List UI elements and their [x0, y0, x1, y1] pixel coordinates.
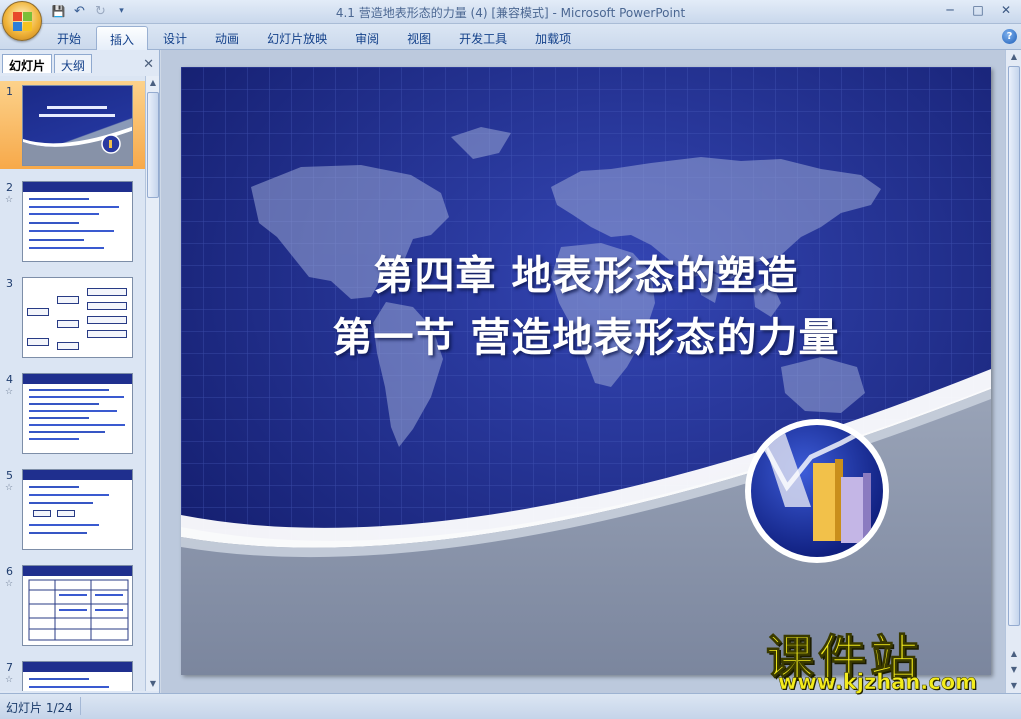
slide-number: 7	[6, 661, 13, 674]
tab-view[interactable]: 视图	[394, 26, 444, 50]
slide-preview	[22, 277, 133, 358]
window-title: 4.1 营造地表形态的力量 (4) [兼容模式] - Microsoft Pow…	[335, 6, 686, 20]
tab-developer[interactable]: 开发工具	[446, 26, 520, 50]
slide-preview	[22, 85, 133, 166]
slide-thumbnail-2[interactable]: 2 ☆	[0, 177, 145, 265]
window-controls: ─ □ ✕	[941, 2, 1015, 18]
office-button[interactable]	[2, 1, 42, 41]
tab-addins[interactable]: 加载项	[522, 26, 584, 50]
title-bar: 💾 ↶ ↻ ▾ 4.1 营造地表形态的力量 (4) [兼容模式] - Micro…	[0, 0, 1021, 24]
slide-number: 3	[6, 277, 13, 290]
scroll-down-icon[interactable]: ▼	[1006, 679, 1021, 693]
pane-tabs: 幻灯片 大纲 ✕	[0, 53, 160, 73]
slide-number: 1	[6, 85, 13, 98]
slide-thumbnails: 1 2 ☆ 3 4 ☆ 5 ☆ 6 ☆ 7 ☆	[0, 76, 145, 691]
slide-thumbnail-3[interactable]: 3	[0, 273, 145, 361]
slide-number: 4	[6, 373, 13, 386]
animation-star-icon: ☆	[5, 195, 14, 205]
scroll-up-icon[interactable]: ▲	[146, 76, 160, 90]
scrollbar-thumb[interactable]	[1008, 66, 1020, 626]
slide-number: 6	[6, 565, 13, 578]
slide-thumbnail-6[interactable]: 6 ☆	[0, 561, 145, 649]
slide-background	[181, 67, 991, 675]
slide-indicator: 幻灯片 1/24	[6, 701, 73, 715]
minimize-icon[interactable]: ─	[941, 2, 959, 18]
slide-preview	[22, 181, 133, 262]
tab-design[interactable]: 设计	[150, 26, 200, 50]
slide-thumbnail-7[interactable]: 7 ☆	[0, 657, 145, 691]
animation-star-icon: ☆	[5, 675, 14, 685]
slide-number: 2	[6, 181, 13, 194]
scrollbar-thumb[interactable]	[147, 92, 159, 198]
slide-preview	[22, 661, 133, 691]
thumbnails-scrollbar[interactable]: ▲ ▼	[145, 76, 159, 691]
slide-thumbnail-1[interactable]: 1	[0, 81, 145, 169]
animation-star-icon: ☆	[5, 387, 14, 397]
slides-pane: 幻灯片 大纲 ✕ 1 2 ☆ 3 4 ☆ 5 ☆ 6 ☆ 7 ☆ ▲ ▼	[0, 50, 160, 693]
slide-preview	[22, 373, 133, 454]
site-watermark: 课件站 www.kjzhan.com	[765, 618, 1006, 698]
close-pane-icon[interactable]: ✕	[143, 57, 154, 72]
slide-title-line-1[interactable]: 第四章 地表形态的塑造	[181, 243, 991, 301]
tab-slides[interactable]: 幻灯片	[2, 54, 53, 73]
tab-animations[interactable]: 动画	[202, 26, 252, 50]
tab-outline[interactable]: 大纲	[54, 54, 93, 73]
slide-thumbnail-5[interactable]: 5 ☆	[0, 465, 145, 553]
slide-canvas[interactable]: 第四章 地表形态的塑造 第一节 营造地表形态的力量	[181, 67, 991, 675]
watermark-url: www.kjzhan.com	[778, 670, 978, 695]
tab-insert[interactable]: 插入	[96, 26, 149, 50]
animation-star-icon: ☆	[5, 579, 14, 589]
next-slide-icon[interactable]: ▼	[1006, 663, 1021, 677]
scroll-down-icon[interactable]: ▼	[146, 677, 160, 691]
tab-home[interactable]: 开始	[44, 26, 94, 50]
slide-preview	[22, 565, 133, 646]
previous-slide-icon[interactable]: ▲	[1006, 647, 1021, 661]
slide-preview	[22, 469, 133, 550]
scroll-up-icon[interactable]: ▲	[1006, 50, 1021, 64]
maximize-icon[interactable]: □	[969, 2, 987, 18]
slide-title-line-2[interactable]: 第一节 营造地表形态的力量	[181, 305, 991, 363]
close-icon[interactable]: ✕	[997, 2, 1015, 18]
editing-scrollbar[interactable]: ▲ ▲ ▼ ▼	[1005, 50, 1021, 693]
ribbon: 开始 插入 设计 动画 幻灯片放映 审阅 视图 开发工具 加载项 ?	[0, 24, 1021, 50]
tab-slideshow[interactable]: 幻灯片放映	[254, 26, 340, 50]
office-logo-icon	[13, 12, 33, 32]
status-divider	[80, 697, 81, 715]
slide-number: 5	[6, 469, 13, 482]
ribbon-tabs: 开始 插入 设计 动画 幻灯片放映 审阅 视图 开发工具 加载项	[44, 26, 586, 50]
tab-review[interactable]: 审阅	[342, 26, 392, 50]
help-icon[interactable]: ?	[1002, 29, 1017, 44]
slide-thumbnail-4[interactable]: 4 ☆	[0, 369, 145, 457]
animation-star-icon: ☆	[5, 483, 14, 493]
